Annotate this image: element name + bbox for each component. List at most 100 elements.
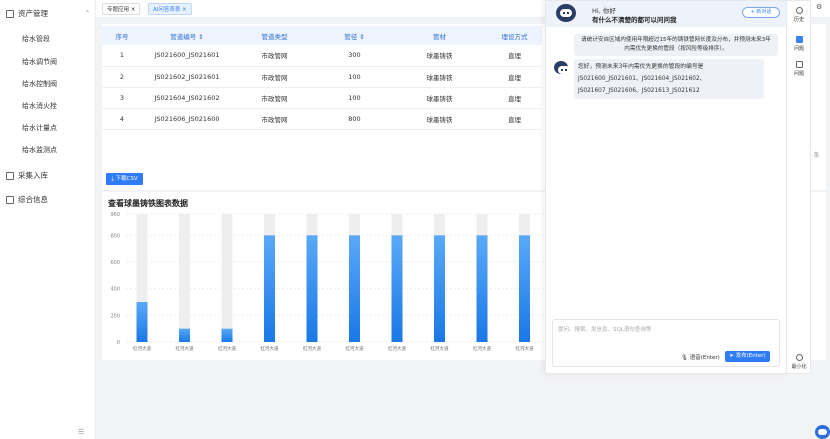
sidebar-item-monitor[interactable]: 给水监测点 — [22, 145, 57, 155]
voice-button[interactable]: 🎙 语音(Enter) — [681, 353, 720, 361]
table-cell: 直埋 — [487, 66, 542, 88]
y-tick-label: 400 — [110, 287, 120, 293]
sidebar-item-control-valve[interactable]: 给水控制阀 — [22, 79, 57, 89]
col-material[interactable]: 管材 — [392, 26, 487, 45]
col-index[interactable]: 序号 — [102, 26, 142, 45]
x-tick-label: 红河大道 — [431, 345, 449, 352]
chat-subtitle: 有什么不清楚的都可以问问我 — [592, 16, 677, 24]
asset-icon — [6, 9, 14, 18]
table-cell: 100 — [317, 87, 392, 109]
sidebar-item-regulate-valve[interactable]: 给水调节阀 — [22, 57, 57, 67]
sidebar-item-meter[interactable]: 给水计量点 — [22, 123, 57, 133]
robot-avatar-icon — [556, 4, 576, 22]
table-row[interactable]: 2 JS021602_JS021601 市政管网 100 球墨铸铁 直埋 — [102, 66, 542, 88]
table-cell: JS021600_JS021601 — [142, 45, 232, 67]
x-tick-label: 红河大道 — [218, 345, 236, 352]
chat-input-placeholder: 提问、搜索、发信息、SQL语句查询等 — [558, 327, 652, 333]
sidebar-group-asset[interactable]: 资产管理 ⌃ — [6, 8, 90, 19]
table-cell: 4 — [102, 108, 142, 130]
download-csv-button[interactable]: ⤓ 下载CSV — [106, 173, 143, 185]
bar[interactable] — [264, 235, 275, 342]
col-pipe-id[interactable]: 管道编号 ⇕ — [142, 26, 232, 45]
sidebar-item-hydrant[interactable]: 给水消火栓 — [22, 101, 57, 111]
bar[interactable] — [519, 235, 530, 342]
assistant-avatar-icon — [554, 61, 570, 74]
floating-assistant-button[interactable] — [815, 425, 830, 439]
chat-header: Hi, 你好 有什么不清楚的都可以问问我 + 新对话 — [546, 1, 786, 27]
x-tick-label: 红河大道 — [388, 345, 406, 352]
table-row[interactable]: 3 JS021604_JS021602 市政管网 100 球墨铸铁 直埋 — [102, 87, 542, 109]
x-tick-label: 红河大道 — [303, 345, 321, 352]
rail-images-label: 问题 — [793, 71, 804, 77]
sidebar-group-collect[interactable]: 采集入库 — [6, 170, 48, 181]
x-tick-label: 红河大道 — [176, 345, 194, 352]
y-tick-label: 0 — [117, 340, 120, 346]
bar[interactable] — [349, 235, 360, 342]
table-cell: 直埋 — [487, 108, 542, 130]
send-button[interactable]: ➤ 发布(Enter) — [725, 351, 770, 362]
bar-track — [179, 214, 190, 342]
chat-side-rail: 历史 问题 问题 最小化 — [787, 0, 811, 374]
rail-minimize[interactable]: 最小化 — [787, 354, 811, 370]
bar-chart: 0 200 400 600 800 960 红河大道 红河大道 红河大道 红河大道 红河大道 红河大道… — [110, 212, 572, 352]
bar[interactable] — [476, 235, 488, 342]
rail-history-label: 历史 — [793, 17, 804, 23]
table-row[interactable]: 1 JS021600_JS021601 市政管网 300 球墨铸铁 直埋 — [102, 45, 542, 67]
chevron-up-icon: ⌃ — [84, 10, 90, 17]
table-cell: 市政管网 — [232, 87, 317, 109]
table-cell: 直埋 — [487, 87, 542, 109]
table-cell: JS021606_JS021600 — [142, 108, 232, 130]
bar[interactable] — [434, 235, 445, 342]
col-diameter[interactable]: 管径 ⇕ — [317, 26, 392, 45]
bar[interactable] — [136, 302, 148, 342]
y-tick-label: 800 — [110, 233, 120, 239]
send-label: 发布(Enter) — [735, 353, 766, 359]
y-tick-label: 600 — [110, 260, 120, 266]
table-cell: 2 — [102, 66, 142, 88]
voice-label: 语音(Enter) — [689, 355, 720, 361]
table-cell: 球墨铸铁 — [392, 66, 487, 88]
bar[interactable] — [306, 235, 318, 342]
microphone-icon: 🎙 — [681, 355, 688, 361]
new-chat-button[interactable]: + 新对话 — [742, 7, 780, 18]
send-icon: ➤ — [729, 353, 734, 359]
sidebar-group-info[interactable]: 综合信息 — [6, 194, 48, 205]
x-tick-label: 红河大道 — [346, 345, 364, 352]
table-cell: 球墨铸铁 — [392, 108, 487, 130]
table-cell: 3 — [102, 87, 142, 109]
table-cell: 直埋 — [487, 45, 542, 67]
y-tick-label: 960 — [110, 212, 120, 218]
bar[interactable] — [179, 328, 190, 342]
collect-icon — [6, 171, 14, 180]
y-tick-label: 200 — [110, 313, 120, 319]
sidebar-item-pipe[interactable]: 给水管段 — [22, 34, 50, 44]
x-tick-label: 红河大道 — [133, 345, 151, 352]
minimize-icon — [795, 354, 803, 361]
chat-icon — [795, 36, 803, 43]
x-tick-label: 红河大道 — [516, 345, 534, 352]
col-bury[interactable]: 埋设方式 — [487, 26, 542, 45]
table-cell: 300 — [317, 45, 392, 67]
tab-ai-qa[interactable]: AI问答表表 ✕ — [148, 3, 192, 15]
bar-track — [221, 214, 233, 342]
chat-input-box[interactable]: 提问、搜索、发信息、SQL语句查询等 🎙 语音(Enter) ➤ 发布(Ente… — [552, 319, 780, 367]
bar[interactable] — [221, 328, 233, 342]
clock-icon — [795, 7, 803, 14]
tab-topic[interactable]: 专题应用 ✕ — [102, 3, 141, 15]
col-pipe-type[interactable]: 管道类型 — [232, 26, 317, 45]
bar[interactable] — [391, 235, 403, 342]
table-cell: 市政管网 — [232, 45, 317, 67]
rail-qa[interactable]: 问题 — [787, 36, 811, 52]
pipe-table: 序号 管道编号 ⇕ 管道类型 管径 ⇕ 管材 埋设方式 1 JS021600_JS… — [102, 26, 542, 130]
menu-collapse-icon[interactable]: ☰ — [78, 428, 84, 436]
table-cell: JS021602_JS021601 — [142, 66, 232, 88]
table-cell: 800 — [317, 108, 392, 130]
sidebar-info-label: 综合信息 — [18, 195, 48, 204]
table-cell: 球墨铸铁 — [392, 45, 487, 67]
sidebar-collect-label: 采集入库 — [18, 171, 48, 180]
table-row[interactable]: 4 JS021606_JS021600 市政管网 800 球墨铸铁 直埋 — [102, 108, 542, 130]
user-question-bubble: 请统计安自区域内使用年限超过15年的铸铁管网长度及分布，并预测未来3年内需优先更… — [574, 34, 778, 56]
rail-history[interactable]: 历史 — [787, 7, 811, 23]
gear-icon[interactable]: ⚙ — [816, 3, 822, 11]
rail-images[interactable]: 问题 — [787, 61, 811, 77]
